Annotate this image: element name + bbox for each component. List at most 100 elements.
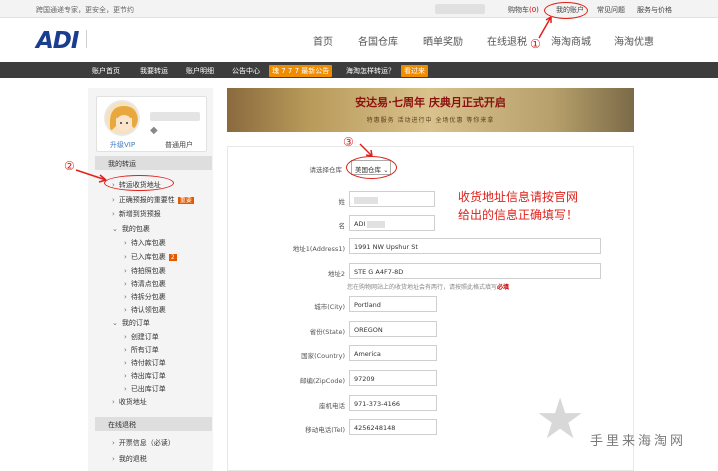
logo-divider xyxy=(86,30,87,48)
sidebar-item-my-packages[interactable]: ⌄ 我的包裹 xyxy=(112,224,150,234)
bullet-icon: › xyxy=(124,333,127,341)
zip-value: 97209 xyxy=(354,375,375,383)
faq-link[interactable]: 常见问题 xyxy=(597,5,625,15)
city-value: Portland xyxy=(354,301,381,309)
username-redacted-sidebar xyxy=(150,112,200,121)
first-name-value: ADI xyxy=(354,220,366,228)
acct-transfer[interactable]: 我要转运 xyxy=(140,66,168,76)
sidebar-item-pending-outbound[interactable]: › 待出库订单 xyxy=(124,371,166,381)
banner-subtitle: 特惠服务 活动进行中 全场优惠 等你来拿 xyxy=(366,117,495,124)
sidebar-item-label: 已出库订单 xyxy=(130,385,166,393)
acct-details[interactable]: 账户明细 xyxy=(186,66,214,76)
watermark-text: 手里来海淘网 xyxy=(590,434,687,449)
redacted-value xyxy=(354,196,378,204)
cart-label: 购物车 xyxy=(508,6,529,14)
phone-value: 971-373-4166 xyxy=(354,400,401,408)
bullet-icon: › xyxy=(124,293,127,301)
chevron-down-icon: ⌄ xyxy=(112,225,118,233)
service-price-link[interactable]: 服务与价格 xyxy=(637,5,672,15)
city-field[interactable]: Portland xyxy=(349,296,437,312)
mobile-field[interactable]: 4256248148 xyxy=(349,419,437,435)
sidebar-item-label: 收货地址 xyxy=(118,398,147,406)
annotation-arrow-three xyxy=(359,143,373,157)
nav-warehouses[interactable]: 各国仓库 xyxy=(358,33,398,48)
bullet-icon: › xyxy=(112,398,115,406)
howto-link[interactable]: 海淘怎样转运？ xyxy=(346,66,395,76)
nav-home[interactable]: 首页 xyxy=(313,33,333,48)
annotation-arrow-one xyxy=(538,16,552,39)
sidebar-item-label: 待清点包裹 xyxy=(130,280,166,288)
acct-announcements[interactable]: 公告中心 xyxy=(232,66,260,76)
state-field[interactable]: OREGON xyxy=(349,321,437,337)
bullet-icon: › xyxy=(124,267,127,275)
sidebar-item-pending-count[interactable]: › 待清点包裹 xyxy=(124,279,166,289)
sidebar-item-invoice-info[interactable]: › 开票信息（必读） xyxy=(112,438,175,448)
bullet-icon: › xyxy=(112,439,115,447)
sidebar-item-forecast-importance[interactable]: › 正确预报的重要性 重要 xyxy=(112,195,194,205)
user-level: 普通用户 xyxy=(165,141,193,149)
zip-field[interactable]: 97209 xyxy=(349,370,437,386)
sidebar-item-label: 待认领包裹 xyxy=(130,306,166,314)
address1-value: 1991 NW Upshur St xyxy=(354,243,418,251)
bullet-icon: › xyxy=(124,253,127,261)
city-label: 城市(City) xyxy=(314,303,345,311)
sidebar-item-label: 待出库订单 xyxy=(130,372,166,380)
site-logo[interactable]: ADI xyxy=(36,28,79,54)
address1-field[interactable]: 1991 NW Upshur St xyxy=(349,238,601,254)
sidebar-item-new-forecast[interactable]: › 新增到货预报 xyxy=(112,209,161,219)
username-redacted xyxy=(435,4,485,14)
top-utility-bar: 跨国通递专家，更安全，更节约 购物车(0) 我的账户 常见问题 服务与价格 xyxy=(0,0,718,18)
nav-showcase-reward[interactable]: 晒单奖励 xyxy=(423,33,463,48)
sidebar-item-pending-inbound[interactable]: › 待入库包裹 xyxy=(124,238,166,248)
announcement-badge[interactable]: 瑰 7 7 7 最新公告 xyxy=(269,65,333,77)
sidebar-item-inbound[interactable]: › 已入库包裹 2 xyxy=(124,252,177,262)
zip-label: 邮编(ZipCode) xyxy=(299,377,345,385)
count-badge: 2 xyxy=(168,254,177,261)
avatar[interactable] xyxy=(104,100,140,136)
last-name-field[interactable] xyxy=(349,191,435,207)
first-name-field[interactable]: ADI xyxy=(349,215,435,231)
bullet-icon: › xyxy=(124,385,127,393)
sidebar-item-my-orders[interactable]: ⌄ 我的订单 xyxy=(112,318,150,328)
acct-home[interactable]: 账户首页 xyxy=(92,66,120,76)
sidebar-item-pending-payment[interactable]: › 待付款订单 xyxy=(124,358,166,368)
sidebar-item-pending-split[interactable]: › 待拆分包裹 xyxy=(124,292,166,302)
state-label: 省份(State) xyxy=(309,328,345,336)
instruction-line-2: 给出的信息正确填写！ xyxy=(458,208,579,222)
bullet-icon: › xyxy=(124,372,127,380)
first-name-label: 名 xyxy=(338,222,346,230)
sidebar-item-label: 待入库包裹 xyxy=(130,239,166,247)
sidebar-item-create-order[interactable]: › 创建订单 xyxy=(124,332,159,342)
important-tag: 重要 xyxy=(177,197,194,204)
required-emphasis: 必填 xyxy=(497,284,510,291)
anniversary-banner[interactable]: 安达易·七周年 庆典月正式开启 特惠服务 活动进行中 全场优惠 等你来拿 xyxy=(227,88,634,132)
upgrade-vip-link[interactable]: 升级VIP xyxy=(110,140,135,150)
sidebar-item-label: 创建订单 xyxy=(130,333,159,341)
site-slogan: 跨国通递专家，更安全，更节约 xyxy=(36,6,134,14)
sidebar-item-pending-photo[interactable]: › 待拍照包裹 xyxy=(124,266,166,276)
annotation-ring-warehouse xyxy=(346,156,397,179)
address2-field[interactable]: STE G A4F7-8D xyxy=(349,263,601,279)
sidebar-item-receive-address[interactable]: › 收货地址 xyxy=(112,397,147,407)
sidebar-item-label: 待拆分包裹 xyxy=(130,293,166,301)
country-value: America xyxy=(354,350,381,358)
howto-badge[interactable]: 看过来 xyxy=(401,65,428,77)
phone-field[interactable]: 971-373-4166 xyxy=(349,395,437,411)
country-field[interactable]: America xyxy=(349,345,437,361)
nav-mall[interactable]: 海淘商城 xyxy=(551,33,591,48)
sidebar-item-shipped[interactable]: › 已出库订单 xyxy=(124,384,166,394)
nav-deals[interactable]: 海淘优惠 xyxy=(614,33,654,48)
mobile-value: 4256248148 xyxy=(354,424,396,432)
state-value: OREGON xyxy=(354,326,383,334)
address1-label: 地址1(Address1) xyxy=(292,245,345,253)
nav-tax-refund[interactable]: 在线退税 xyxy=(487,33,527,48)
sidebar-item-all-orders[interactable]: › 所有订单 xyxy=(124,345,159,355)
sidebar-item-pending-claim[interactable]: › 待认领包裹 xyxy=(124,305,166,315)
sidebar-item-label: 已入库包裹 xyxy=(130,253,166,261)
instruction-line-1: 收货地址信息请按官网 xyxy=(458,190,579,204)
bullet-icon: › xyxy=(112,455,115,463)
sidebar-item-my-tax-refund[interactable]: › 我的退税 xyxy=(112,454,147,464)
sidebar-item-label: 新增到货预报 xyxy=(118,210,161,218)
section-tax-refund-label: 在线退税 xyxy=(108,421,136,429)
chevron-down-icon: ⌄ xyxy=(112,319,118,327)
